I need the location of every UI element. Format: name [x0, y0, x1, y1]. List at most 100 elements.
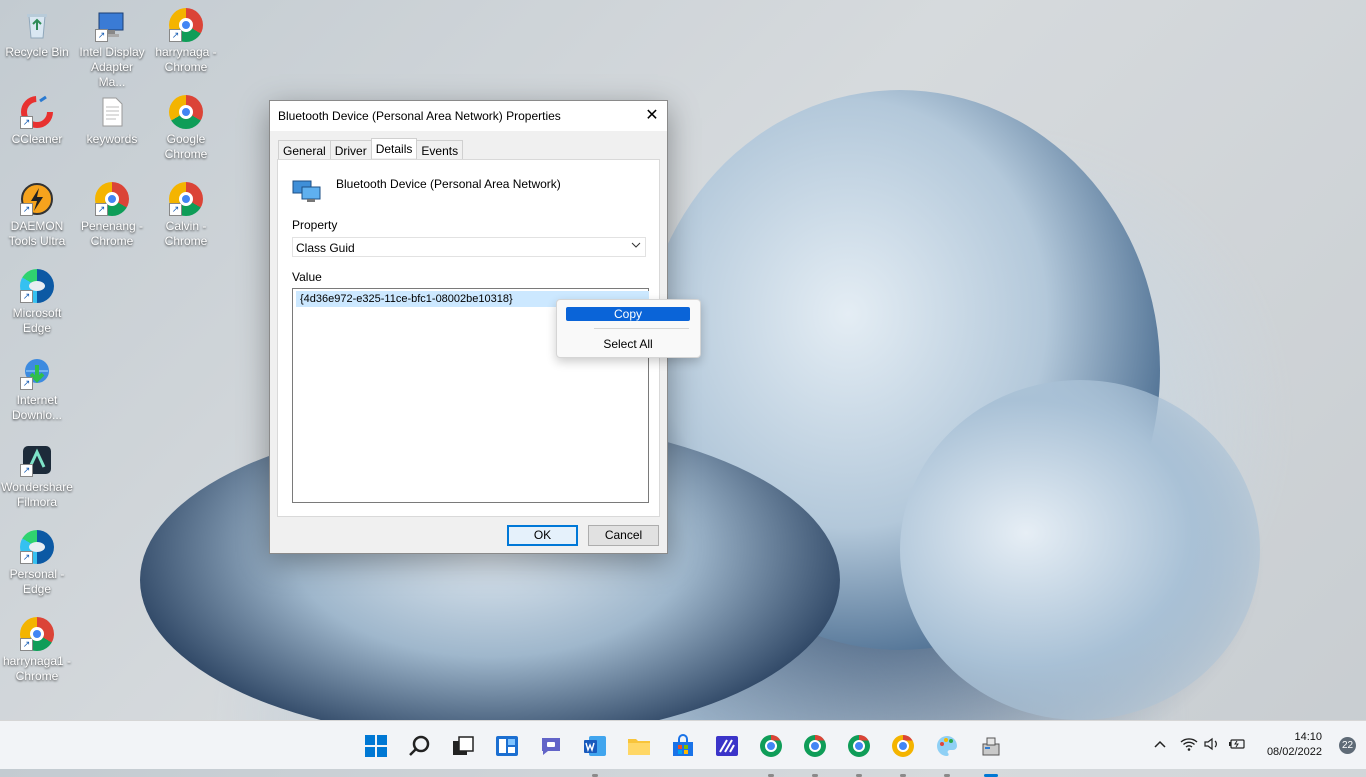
- desktop-icon-harrynaga-chrome[interactable]: ↗ harrynaga - Chrome: [150, 8, 222, 75]
- shortcut-arrow-icon: ↗: [20, 551, 33, 564]
- desktop-icon-label: keywords: [86, 132, 138, 146]
- desktop-icon-intel-display[interactable]: ↗ Intel Display Adapter Ma...: [76, 8, 148, 90]
- desktop-icon-personal-edge[interactable]: ↗ Personal - Edge: [1, 530, 73, 597]
- desktop-icon-label: Google Chrome: [164, 132, 208, 161]
- word-icon[interactable]: [583, 734, 607, 777]
- idm-icon: ↗: [20, 356, 54, 390]
- notification-badge[interactable]: 22: [1339, 737, 1356, 754]
- search-icon[interactable]: [408, 734, 432, 758]
- value-label: Value: [292, 270, 322, 284]
- desktop-icon-keywords[interactable]: keywords: [76, 95, 148, 147]
- property-selected-value: Class Guid: [296, 241, 355, 255]
- desktop-icon-label: CCleaner: [11, 132, 63, 146]
- desktop-icon-label: harrynaga1 - Chrome: [2, 654, 72, 683]
- chrome-profile-icon[interactable]: [803, 734, 827, 777]
- shortcut-arrow-icon: ↗: [20, 638, 33, 651]
- recycle-bin-icon: [20, 8, 54, 42]
- desktop-icon-calvin-chrome[interactable]: ↗ Calvin - Chrome: [150, 182, 222, 249]
- clock-time: 14:10: [1294, 731, 1322, 743]
- chrome-profile-icon[interactable]: [847, 734, 871, 777]
- show-hidden-icons-chevron-icon[interactable]: [1153, 737, 1167, 754]
- desktop-icon-filmora[interactable]: ↗ Wondershare Filmora: [1, 443, 73, 510]
- desktop-icon-ccleaner[interactable]: ↗ CCleaner: [1, 95, 73, 147]
- desktop-icon-label: Intel Display Adapter Ma...: [79, 45, 145, 89]
- file-explorer-icon[interactable]: [627, 734, 651, 758]
- battery-icon[interactable]: [1228, 737, 1246, 754]
- desktop-icon-harrynaga1-chrome[interactable]: ↗ harrynaga1 - Chrome: [1, 617, 73, 684]
- device-name: Bluetooth Device (Personal Area Network): [336, 177, 561, 191]
- desktop-icon-recycle-bin[interactable]: Recycle Bin: [1, 8, 73, 60]
- paint-icon[interactable]: [935, 734, 959, 777]
- tab-driver[interactable]: Driver: [329, 140, 372, 160]
- chrome-icon: ↗: [95, 182, 129, 216]
- shortcut-arrow-icon: ↗: [169, 29, 182, 42]
- desktop-icon-label: Personal - Edge: [9, 567, 65, 596]
- shortcut-arrow-icon: ↗: [20, 464, 33, 477]
- chrome-icon: [169, 95, 203, 129]
- tab-general[interactable]: General: [278, 140, 331, 160]
- cancel-button[interactable]: Cancel: [588, 525, 659, 546]
- menu-item-copy[interactable]: Copy: [566, 307, 690, 321]
- widgets-icon[interactable]: [495, 734, 519, 758]
- dialog-title: Bluetooth Device (Personal Area Network)…: [278, 109, 561, 123]
- chrome-icon[interactable]: [891, 734, 915, 777]
- device-manager-icon[interactable]: [979, 734, 1003, 777]
- start-icon[interactable]: [364, 734, 388, 758]
- shortcut-arrow-icon: ↗: [20, 377, 33, 390]
- chrome-icon: ↗: [169, 8, 203, 42]
- wifi-icon[interactable]: [1180, 737, 1198, 754]
- desktop-icon-microsoft-edge[interactable]: ↗ Microsoft Edge: [1, 269, 73, 336]
- edge-icon: ↗: [20, 530, 54, 564]
- edge-icon: ↗: [20, 269, 54, 303]
- tab-details[interactable]: Details: [370, 138, 418, 158]
- desktop-icon-internet-download[interactable]: ↗ Internet Downlo...: [1, 356, 73, 423]
- clock[interactable]: 14:10 08/02/2022: [1267, 730, 1322, 760]
- shortcut-arrow-icon: ↗: [169, 203, 182, 216]
- shortcut-arrow-icon: ↗: [95, 203, 108, 216]
- shortcut-arrow-icon: ↗: [20, 290, 33, 303]
- desktop-icon-label: Microsoft Edge: [12, 306, 62, 335]
- tab-strip: General Driver Details Events: [278, 138, 464, 160]
- desktop-icon-daemon-tools[interactable]: ↗ DAEMON Tools Ultra: [1, 182, 73, 249]
- desktop-icon-label: Recycle Bin: [5, 45, 69, 59]
- close-icon: ✕: [645, 107, 659, 124]
- volume-icon[interactable]: [1204, 737, 1220, 754]
- mail-app-icon[interactable]: [715, 734, 739, 758]
- ccleaner-icon: ↗: [20, 95, 54, 129]
- property-dropdown[interactable]: Class Guid: [292, 237, 646, 257]
- ok-button[interactable]: OK: [507, 525, 578, 546]
- desktop-icon-google-chrome[interactable]: Google Chrome: [150, 95, 222, 162]
- desktop-icon-label: DAEMON Tools Ultra: [8, 219, 66, 248]
- desktop-icon-label: harrynaga - Chrome: [155, 45, 217, 74]
- chrome-icon: ↗: [169, 182, 203, 216]
- menu-item-select-all[interactable]: Select All: [566, 337, 690, 351]
- store-icon[interactable]: [671, 734, 695, 758]
- context-menu: Copy Select All: [556, 299, 701, 358]
- network-device-icon: [292, 178, 322, 202]
- text-document-icon: [95, 95, 129, 129]
- property-label: Property: [292, 218, 338, 232]
- daemon-tools-icon: ↗: [20, 182, 54, 216]
- shortcut-arrow-icon: ↗: [20, 116, 33, 129]
- filmora-icon: ↗: [20, 443, 54, 477]
- wallpaper-petal: [900, 380, 1260, 720]
- desktop-icon-label: Wondershare Filmora: [1, 480, 73, 509]
- desktop-icon-label: Internet Downlo...: [11, 393, 63, 422]
- menu-separator: [594, 328, 689, 329]
- chat-icon[interactable]: [539, 734, 563, 758]
- dialog-title-bar[interactable]: Bluetooth Device (Personal Area Network)…: [270, 101, 667, 131]
- close-button[interactable]: ✕: [637, 101, 667, 131]
- desktop-icon-penenang-chrome[interactable]: ↗ Penenang - Chrome: [76, 182, 148, 249]
- desktop-icon-label: Calvin - Chrome: [164, 219, 208, 248]
- task-view-icon[interactable]: [451, 734, 475, 758]
- shortcut-arrow-icon: ↗: [95, 29, 108, 42]
- chevron-down-icon: [631, 240, 641, 253]
- shortcut-arrow-icon: ↗: [20, 203, 33, 216]
- tab-events[interactable]: Events: [416, 140, 464, 160]
- chrome-profile-icon[interactable]: [759, 734, 783, 777]
- taskbar: 14:10 08/02/2022 22: [0, 720, 1366, 777]
- desktop-icon-label: Penenang - Chrome: [80, 219, 144, 248]
- clock-date: 08/02/2022: [1266, 746, 1322, 758]
- display-adapter-icon: ↗: [95, 8, 129, 42]
- chrome-icon: ↗: [20, 617, 54, 651]
